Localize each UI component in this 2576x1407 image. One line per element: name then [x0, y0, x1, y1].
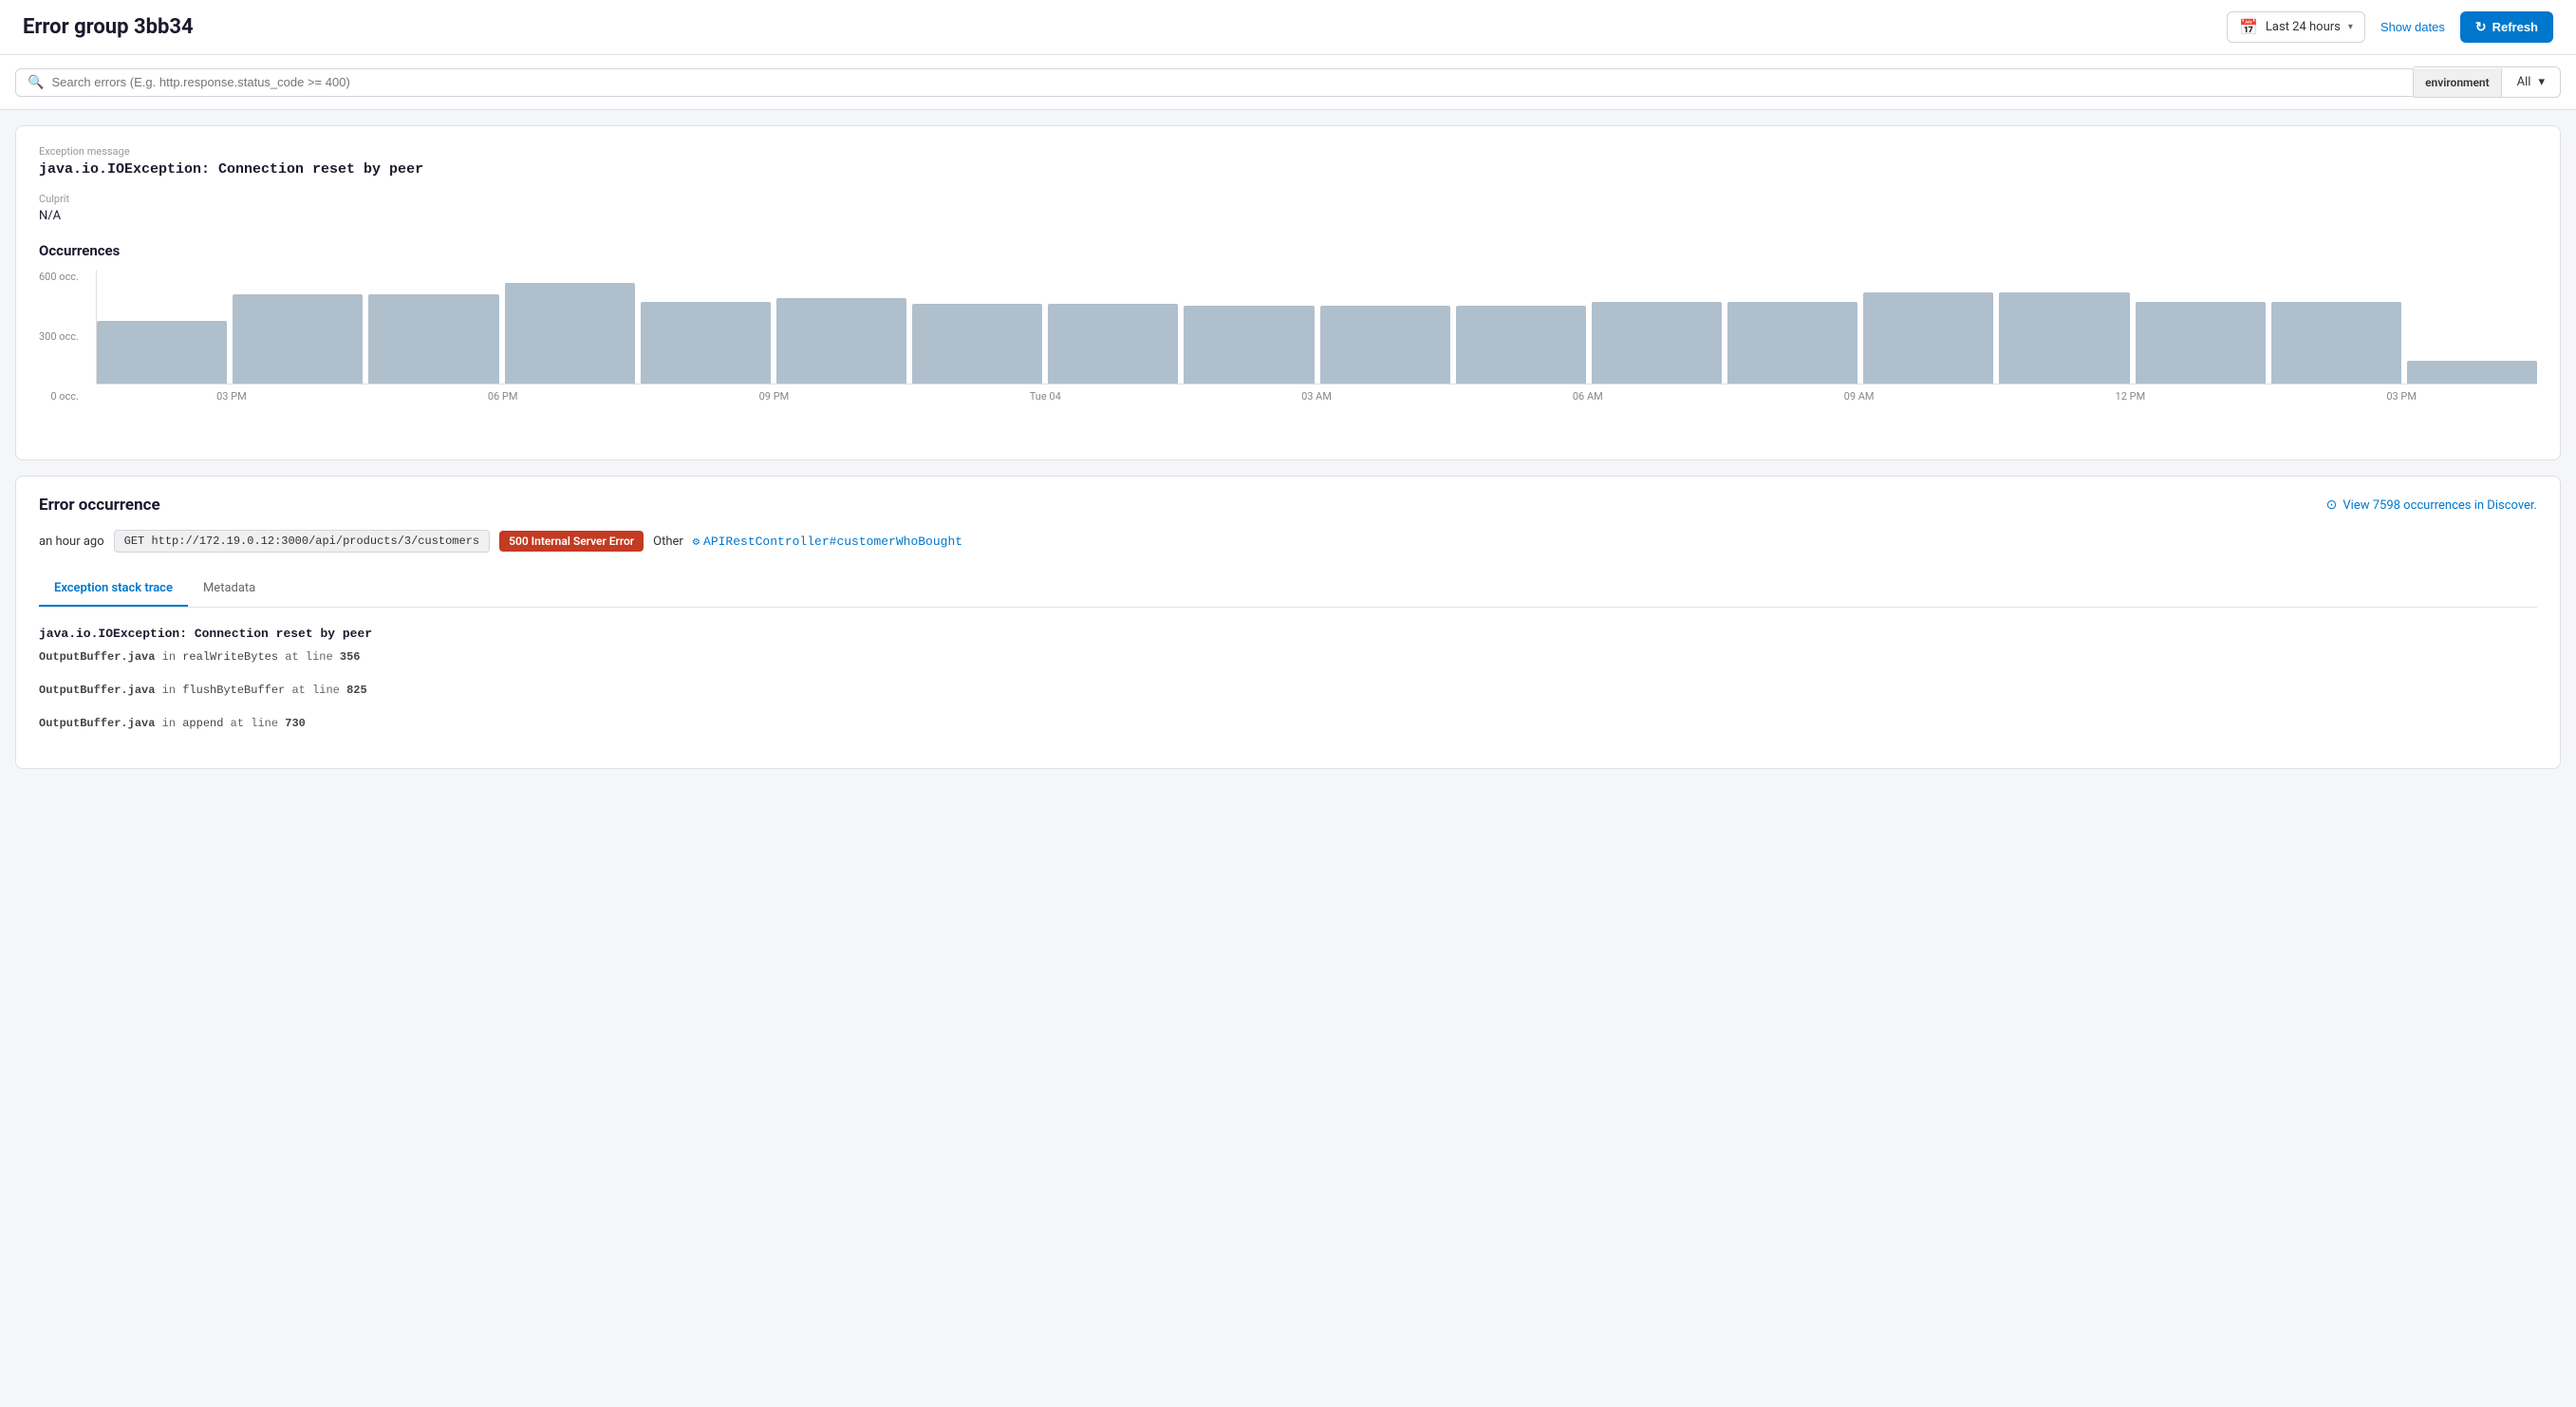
chart-bar [233, 294, 363, 384]
stack-linenum-2: 825 [346, 684, 367, 697]
view-in-discover-label: View 7598 occurrences in Discover. [2343, 498, 2537, 513]
x-label: 06 AM [1452, 390, 1724, 403]
environment-filter: environment All ▾ [2414, 66, 2561, 98]
chart-bar [1048, 304, 1178, 384]
x-label: 09 AM [1724, 390, 1995, 403]
exception-card: Exception message java.io.IOException: C… [15, 125, 2561, 460]
tab-exception-stack-trace[interactable]: Exception stack trace [39, 572, 188, 607]
search-bar-container: 🔍 environment All ▾ [0, 55, 2576, 110]
stack-file-2: OutputBuffer.java [39, 684, 155, 697]
chart-bar [2271, 302, 2401, 384]
controller-link[interactable]: ⚙ APIRestController#customerWhoBought [693, 535, 962, 549]
y-label-low: 0 occ. [50, 390, 79, 403]
chart-bar [505, 283, 635, 384]
chart-bar [641, 302, 771, 384]
environment-chevron-icon: ▾ [2538, 75, 2545, 89]
controller-name: APIRestController#customerWhoBought [703, 535, 962, 549]
time-ago: an hour ago [39, 535, 104, 549]
stack-linenum-1: 356 [340, 650, 361, 664]
exception-message-label: Exception message [39, 145, 2537, 158]
chart-bar [776, 298, 906, 384]
refresh-button[interactable]: ↻ Refresh [2460, 11, 2553, 43]
stack-method-2: flushByteBuffer [182, 684, 285, 697]
occurrences-chart: 600 occ. 300 occ. 0 occ. 03 PM06 PM09 PM… [39, 271, 2537, 441]
exception-message-value: java.io.IOException: Connection reset by… [39, 161, 2537, 178]
occurrence-meta: an hour ago GET http://172.19.0.12:3000/… [39, 530, 2537, 553]
x-label: 03 PM [96, 390, 367, 403]
stack-file-1: OutputBuffer.java [39, 650, 155, 664]
occurrence-header: Error occurrence ⊙ View 7598 occurrences… [39, 496, 2537, 515]
y-label-mid: 300 occ. [39, 330, 79, 343]
page-title: Error group 3bb34 [23, 15, 2212, 39]
stack-linenum-3: 730 [285, 717, 306, 730]
chart-bar [2136, 302, 2266, 384]
stack-line-2: OutputBuffer.java in flushByteBuffer at … [39, 682, 2537, 700]
chart-bar [368, 294, 498, 384]
time-picker[interactable]: 📅 Last 24 hours ▾ [2227, 11, 2365, 43]
x-label: Tue 04 [909, 390, 1181, 403]
chart-x-labels: 03 PM06 PM09 PMTue 0403 AM06 AM09 AM12 P… [96, 390, 2537, 403]
page-header: Error group 3bb34 📅 Last 24 hours ▾ Show… [0, 0, 2576, 55]
chart-bar [97, 321, 227, 384]
chevron-down-icon: ▾ [2348, 22, 2353, 32]
environment-selected-value: All [2517, 75, 2531, 89]
error-badge: 500 Internal Server Error [499, 531, 644, 552]
chart-bar [1863, 292, 1993, 384]
environment-filter-label: environment [2414, 68, 2502, 97]
chart-y-axis: 600 occ. 300 occ. 0 occ. [39, 271, 86, 403]
environment-select[interactable]: All ▾ [2502, 67, 2560, 97]
chart-bar [1456, 306, 1586, 384]
x-label: 12 PM [1994, 390, 2266, 403]
stack-line-3: OutputBuffer.java in append at line 730 [39, 715, 2537, 733]
stack-trace: java.io.IOException: Connection reset by… [39, 627, 2537, 734]
chart-bar [1320, 306, 1450, 384]
link-icon: ⚙ [693, 535, 700, 549]
chart-bar [1184, 306, 1314, 384]
stack-line-1: OutputBuffer.java in realWriteBytes at l… [39, 648, 2537, 666]
tab-metadata[interactable]: Metadata [188, 572, 271, 607]
occurrence-title: Error occurrence [39, 496, 160, 515]
stack-method-3: append [182, 717, 223, 730]
x-label: 03 PM [2266, 390, 2537, 403]
other-label: Other [653, 535, 683, 549]
stack-method-1: realWriteBytes [182, 650, 278, 664]
chart-bar [912, 304, 1042, 384]
calendar-icon: 📅 [2239, 18, 2258, 36]
culprit-value: N/A [39, 209, 2537, 223]
stack-file-3: OutputBuffer.java [39, 717, 155, 730]
chart-bar [1999, 292, 2129, 384]
search-input-wrapper: 🔍 [15, 68, 2414, 97]
refresh-label: Refresh [2492, 20, 2538, 34]
culprit-label: Culprit [39, 193, 2537, 205]
occurrence-card: Error occurrence ⊙ View 7598 occurrences… [15, 476, 2561, 769]
chart-bars [96, 271, 2537, 385]
show-dates-button[interactable]: Show dates [2377, 14, 2449, 40]
chart-bar [1727, 302, 1857, 384]
main-content: Exception message java.io.IOException: C… [0, 110, 2576, 784]
discover-icon: ⊙ [2326, 497, 2338, 513]
x-label: 09 PM [639, 390, 910, 403]
y-label-high: 600 occ. [39, 271, 79, 283]
request-badge: GET http://172.19.0.12:3000/api/products… [114, 530, 490, 553]
occurrences-title: Occurrences [39, 242, 2537, 259]
x-label: 03 AM [1181, 390, 1452, 403]
stack-exception-title: java.io.IOException: Connection reset by… [39, 627, 2537, 641]
search-icon: 🔍 [28, 75, 44, 90]
header-controls: 📅 Last 24 hours ▾ Show dates ↻ Refresh [2227, 11, 2553, 43]
x-label: 06 PM [367, 390, 639, 403]
view-in-discover-link[interactable]: ⊙ View 7598 occurrences in Discover. [2326, 497, 2537, 513]
refresh-icon: ↻ [2475, 19, 2487, 35]
time-picker-label: Last 24 hours [2266, 20, 2341, 34]
chart-bar [2407, 361, 2537, 384]
chart-bar [1592, 302, 1722, 384]
tabs: Exception stack trace Metadata [39, 572, 2537, 608]
search-input[interactable] [51, 75, 2401, 89]
